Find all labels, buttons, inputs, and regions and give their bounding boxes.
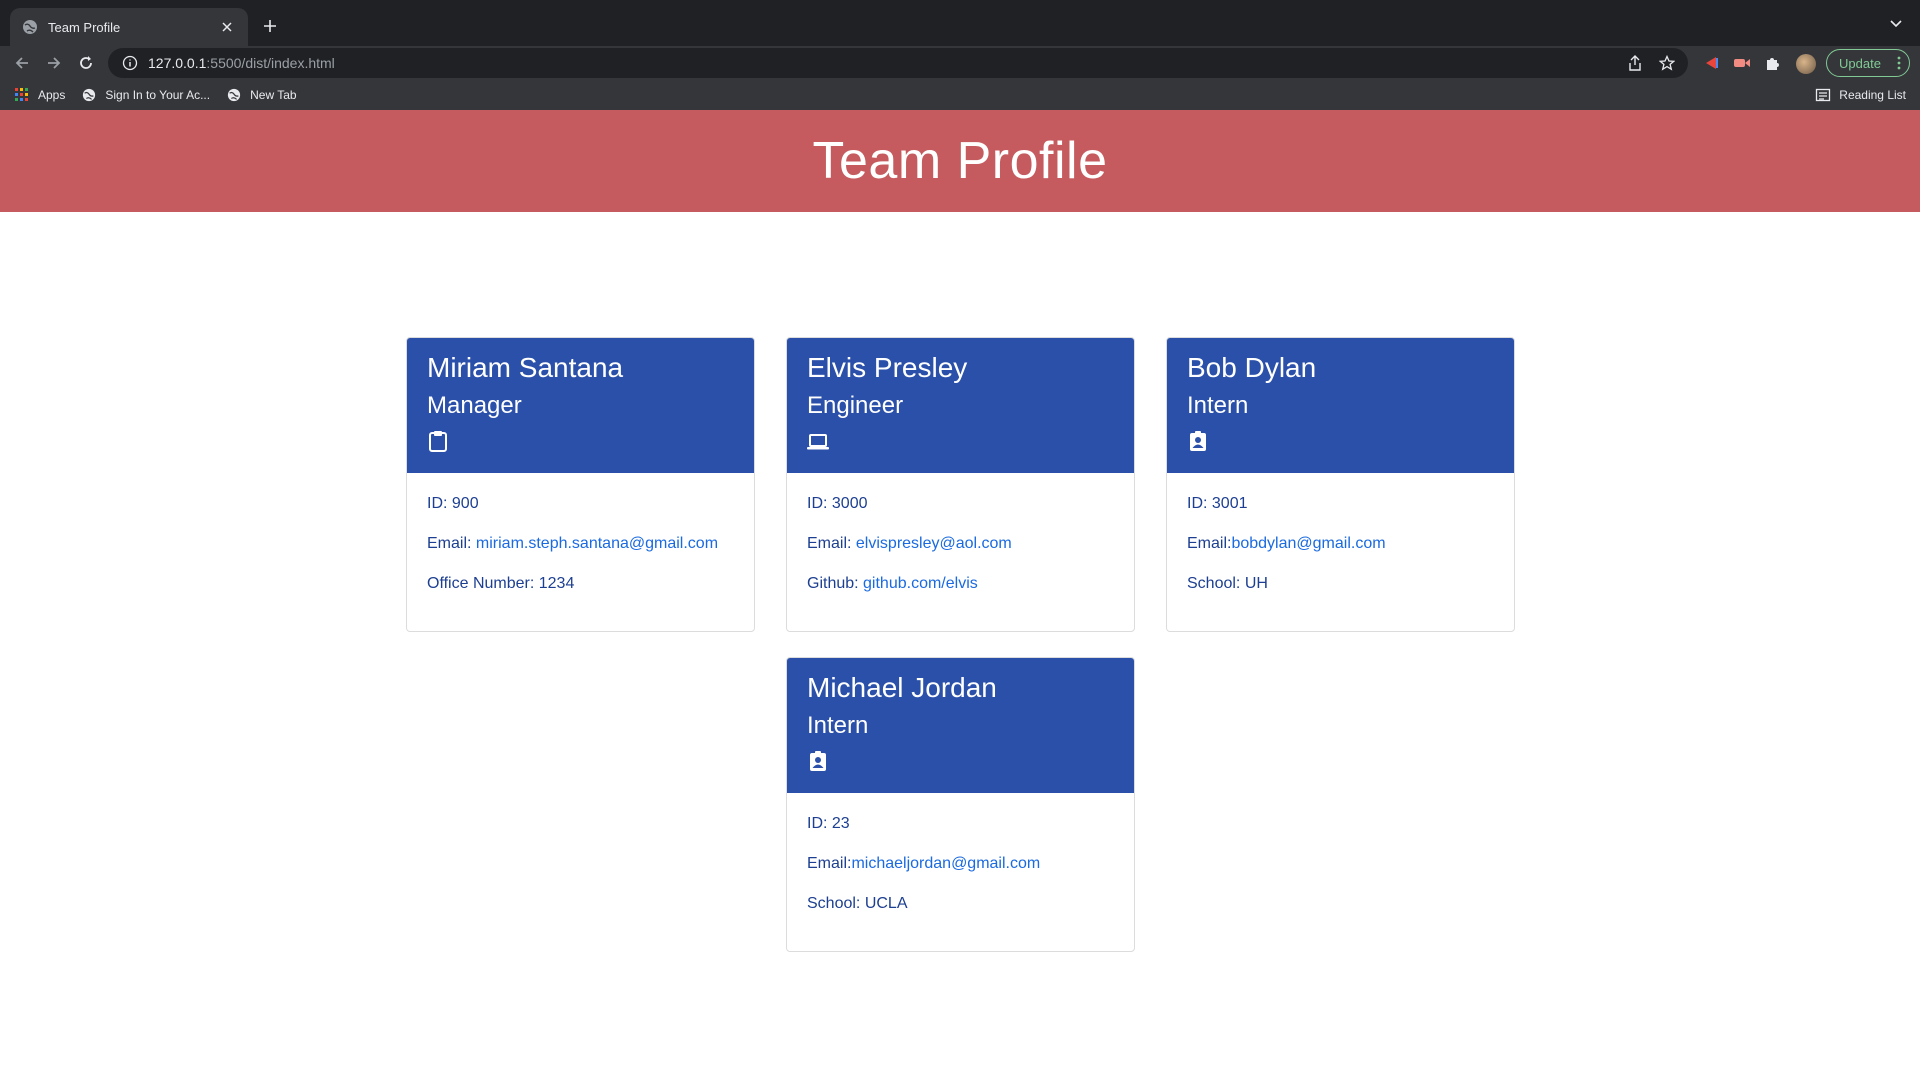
email-link[interactable]: bobdylan@gmail.com	[1231, 535, 1385, 552]
email-link[interactable]: elvispresley@aol.com	[856, 535, 1012, 552]
employee-card: Bob Dylan Intern ID: 3001 Email:bobdylan…	[1166, 337, 1515, 632]
extension-red-icon[interactable]	[1700, 51, 1724, 75]
employee-card: Elvis Presley Engineer ID: 3000 Email: e…	[786, 337, 1135, 632]
card-body: ID: 3001 Email:bobdylan@gmail.com School…	[1167, 473, 1514, 615]
browser-chrome: Team Profile 127.0.0.1:5500/dist/index.h…	[0, 0, 1920, 110]
forward-icon[interactable]	[42, 51, 66, 75]
star-icon[interactable]	[1658, 54, 1676, 72]
new-tab-icon[interactable]	[258, 14, 282, 38]
employee-email-row: Email:bobdylan@gmail.com	[1187, 535, 1386, 552]
employee-role: Intern	[807, 712, 869, 739]
reading-list-button[interactable]: Reading List	[1815, 87, 1906, 103]
github-row: Github: github.com/elvis	[807, 575, 978, 592]
profile-avatar[interactable]	[1796, 54, 1816, 74]
puzzle-icon[interactable]	[1760, 51, 1784, 75]
card-body: ID: 900 Email: miriam.steph.santana@gmai…	[407, 473, 754, 615]
laptop-icon	[807, 434, 829, 450]
employee-email-row: Email: elvispresley@aol.com	[807, 535, 1012, 552]
page-content: Team Profile Miriam Santana Manager ID: …	[0, 110, 1920, 1080]
bookmark-label: Apps	[38, 88, 66, 102]
page-title: Team Profile	[812, 132, 1108, 190]
employee-id: ID: 900	[427, 495, 479, 512]
tab-strip: Team Profile	[0, 0, 1920, 46]
employee-name: Michael Jordan	[807, 672, 997, 703]
employee-id: ID: 3001	[1187, 495, 1248, 512]
card-body: ID: 3000 Email: elvispresley@aol.com Git…	[787, 473, 1134, 615]
employee-role: Intern	[1187, 392, 1249, 419]
employee-role: Engineer	[807, 392, 904, 419]
tab-title: Team Profile	[48, 19, 121, 35]
card-header: Bob Dylan Intern	[1167, 338, 1514, 473]
page-header: Team Profile	[0, 110, 1920, 212]
id-badge-icon	[1190, 431, 1206, 451]
back-icon[interactable]	[10, 51, 34, 75]
globe-icon	[23, 20, 37, 34]
share-icon[interactable]	[1626, 54, 1644, 72]
address-bar[interactable]: 127.0.0.1:5500/dist/index.html	[108, 48, 1688, 78]
school: School: UH	[1187, 575, 1268, 592]
employee-card: Michael Jordan Intern ID: 23 Email:micha…	[786, 657, 1135, 952]
toolbar: 127.0.0.1:5500/dist/index.html Update	[0, 46, 1920, 80]
extension-video-icon[interactable]	[1730, 51, 1754, 75]
tab-close-icon[interactable]	[218, 18, 236, 36]
chevron-down-icon[interactable]	[1886, 14, 1906, 34]
employee-id: ID: 23	[807, 815, 850, 832]
update-button[interactable]: Update	[1826, 49, 1910, 77]
clipboard-icon	[429, 431, 447, 452]
employee-email-row: Email: miriam.steph.santana@gmail.com	[427, 535, 719, 552]
globe-icon	[226, 87, 242, 103]
browser-tab[interactable]: Team Profile	[10, 8, 248, 46]
employee-card: Miriam Santana Manager ID: 900 Email: mi…	[406, 337, 755, 632]
school: School: UCLA	[807, 895, 908, 912]
info-icon[interactable]	[122, 55, 138, 71]
card-header: Michael Jordan Intern	[787, 658, 1134, 793]
url-text: 127.0.0.1:5500/dist/index.html	[148, 55, 335, 71]
card-header: Elvis Presley Engineer	[787, 338, 1134, 473]
employee-name: Elvis Presley	[807, 352, 968, 383]
bookmark-label: New Tab	[250, 88, 297, 102]
update-label: Update	[1839, 55, 1881, 71]
bookmarks-bar: Apps Sign In to Your Ac... New Tab Readi…	[0, 80, 1920, 110]
apps-grid-icon	[14, 87, 30, 103]
employee-name: Miriam Santana	[427, 352, 624, 383]
card-body: ID: 23 Email:michaeljordan@gmail.com Sch…	[787, 793, 1134, 935]
id-badge-icon	[810, 751, 826, 771]
github-link[interactable]: github.com/elvis	[863, 575, 978, 592]
email-link[interactable]: michaeljordan@gmail.com	[851, 855, 1040, 872]
more-vert-icon[interactable]	[1897, 56, 1901, 73]
globe-icon	[81, 87, 97, 103]
email-link[interactable]: miriam.steph.santana@gmail.com	[476, 535, 718, 552]
employee-id: ID: 3000	[807, 495, 868, 512]
reload-icon[interactable]	[74, 51, 98, 75]
bookmark-new-tab[interactable]: New Tab	[226, 87, 297, 103]
card-header: Miriam Santana Manager	[407, 338, 754, 473]
office-number: Office Number: 1234	[427, 575, 575, 592]
bookmark-apps[interactable]: Apps	[14, 87, 65, 103]
reading-list-label: Reading List	[1839, 88, 1906, 102]
bookmark-sign-in[interactable]: Sign In to Your Ac...	[81, 87, 210, 103]
reading-list-icon	[1816, 88, 1831, 102]
employee-name: Bob Dylan	[1187, 352, 1317, 383]
employee-role: Manager	[427, 392, 522, 419]
bookmark-label: Sign In to Your Ac...	[105, 88, 211, 102]
employee-email-row: Email:michaeljordan@gmail.com	[807, 855, 1041, 872]
